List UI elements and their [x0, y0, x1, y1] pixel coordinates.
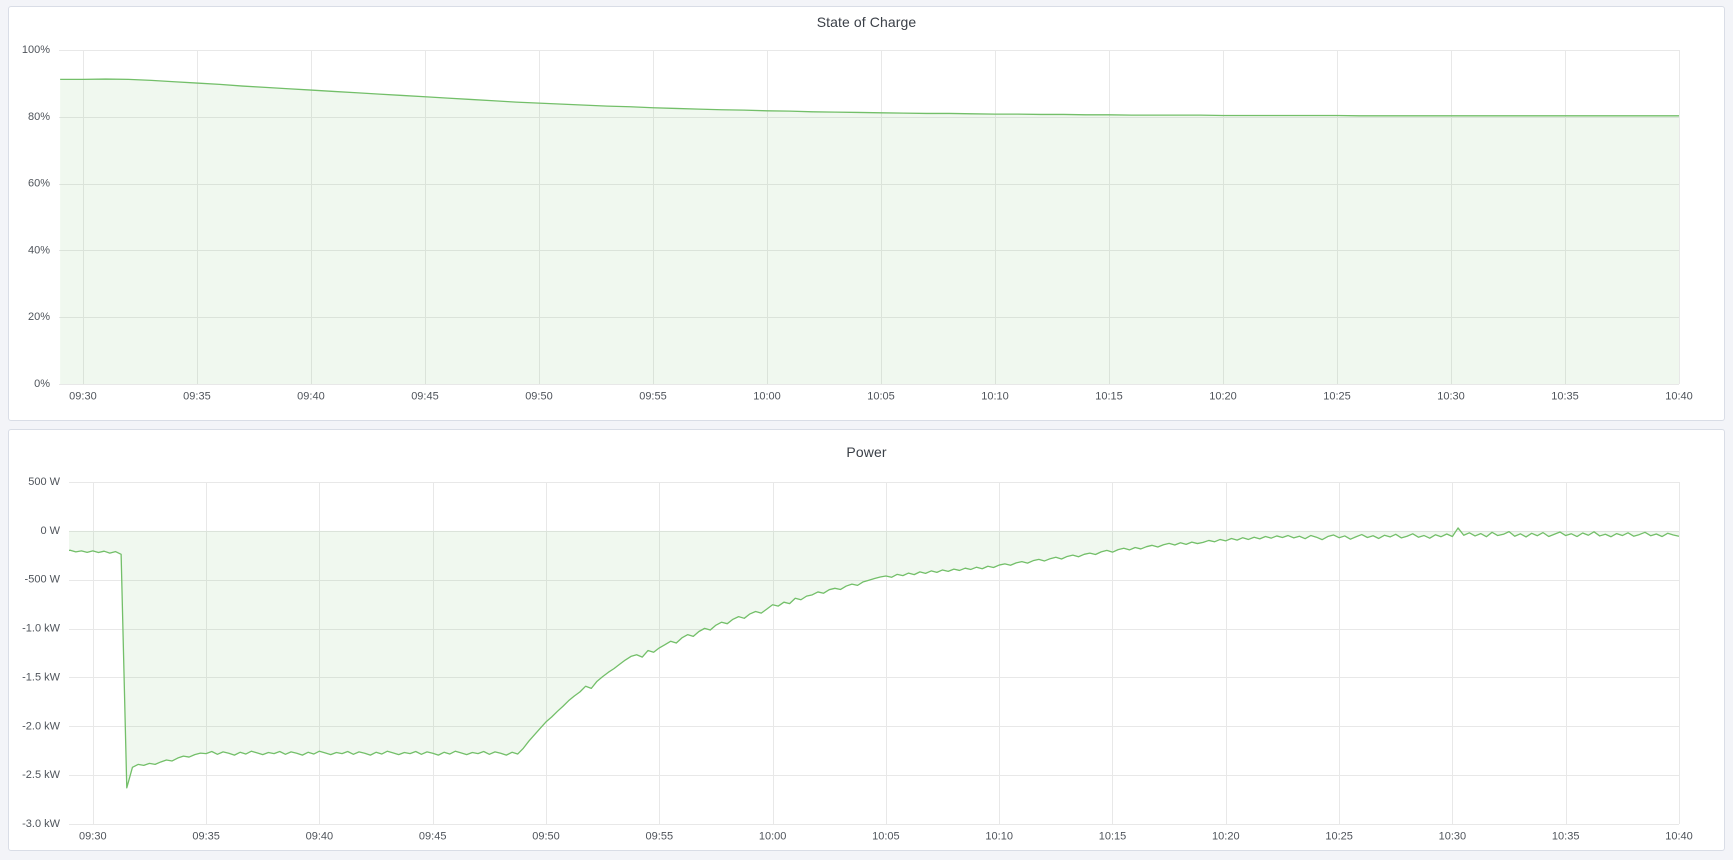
panel-title-state-of-charge[interactable]: State of Charge	[9, 14, 1724, 30]
panel-title-power[interactable]: Power	[9, 444, 1724, 460]
panel-power: Power	[8, 429, 1725, 851]
panel-state-of-charge: State of Charge	[8, 6, 1725, 421]
state-of-charge-chart-canvas[interactable]	[9, 7, 1724, 420]
dashboard: State of Charge Power	[0, 0, 1733, 859]
power-chart-canvas[interactable]	[9, 430, 1724, 850]
